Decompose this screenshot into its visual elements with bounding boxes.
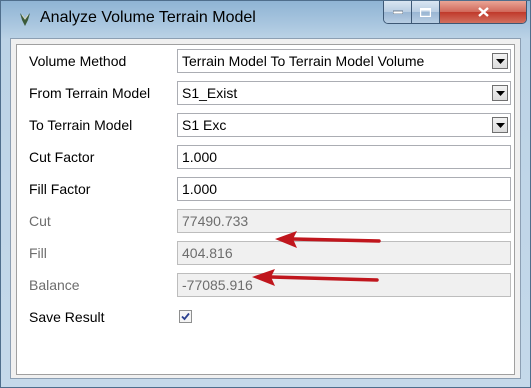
caption-buttons: [383, 1, 527, 24]
from-terrain-model-dropdown-button[interactable]: [492, 85, 508, 101]
row-cut: Cut 77490.733: [17, 205, 514, 237]
title-bar[interactable]: Analyze Volume Terrain Model: [1, 1, 530, 38]
row-to-terrain-model: To Terrain Model S1 Exc: [17, 109, 514, 141]
volume-method-value: Terrain Model To Terrain Model Volume: [182, 53, 425, 69]
volume-method-dropdown[interactable]: Terrain Model To Terrain Model Volume: [177, 49, 511, 73]
fill-arrow-icon: [252, 269, 379, 286]
chevron-down-icon: [496, 123, 505, 128]
fill-label: Fill: [29, 245, 47, 261]
from-terrain-model-value: S1_Exist: [182, 85, 238, 101]
to-terrain-model-dropdown[interactable]: S1 Exc: [177, 113, 511, 137]
save-result-checkbox[interactable]: [179, 310, 192, 323]
close-icon: [477, 7, 489, 17]
maximize-button[interactable]: [412, 1, 440, 23]
chevron-down-icon: [496, 59, 505, 64]
dialog-window: Analyze Volume Terrain Model Volume Meth…: [0, 0, 531, 388]
volume-method-dropdown-button[interactable]: [492, 53, 508, 69]
to-terrain-model-dropdown-button[interactable]: [492, 117, 508, 133]
balance-label: Balance: [29, 277, 80, 293]
dialog-client-area: Volume Method Terrain Model To Terrain M…: [10, 38, 521, 379]
row-volume-method: Volume Method Terrain Model To Terrain M…: [17, 45, 514, 77]
row-cut-factor: Cut Factor 1.000: [17, 141, 514, 173]
chevron-down-icon: [496, 91, 505, 96]
to-terrain-model-label: To Terrain Model: [29, 117, 133, 133]
from-terrain-model-dropdown[interactable]: S1_Exist: [177, 81, 511, 105]
row-fill: Fill 404.816: [17, 237, 514, 269]
close-button[interactable]: [440, 1, 526, 23]
fill-factor-label: Fill Factor: [29, 181, 91, 197]
from-terrain-model-label: From Terrain Model: [29, 85, 151, 101]
window-title: Analyze Volume Terrain Model: [40, 9, 256, 26]
row-save-result: Save Result: [17, 301, 514, 333]
cut-value-field: 77490.733: [177, 209, 511, 233]
minimize-icon: [392, 10, 403, 14]
cut-factor-input[interactable]: 1.000: [177, 145, 511, 169]
fill-factor-input[interactable]: 1.000: [177, 177, 511, 201]
maximize-icon: [420, 7, 431, 17]
cut-factor-label: Cut Factor: [29, 149, 95, 165]
to-terrain-model-value: S1 Exc: [182, 117, 227, 133]
cut-arrow-icon: [275, 231, 381, 248]
app-icon: [20, 13, 30, 26]
row-from-terrain-model: From Terrain Model S1_Exist: [17, 77, 514, 109]
property-grid: Volume Method Terrain Model To Terrain M…: [16, 44, 515, 375]
volume-method-label: Volume Method: [29, 53, 127, 69]
checkmark-icon: [181, 312, 190, 321]
cut-label: Cut: [29, 213, 51, 229]
minimize-button[interactable]: [384, 1, 412, 23]
row-fill-factor: Fill Factor 1.000: [17, 173, 514, 205]
save-result-label: Save Result: [29, 309, 105, 325]
